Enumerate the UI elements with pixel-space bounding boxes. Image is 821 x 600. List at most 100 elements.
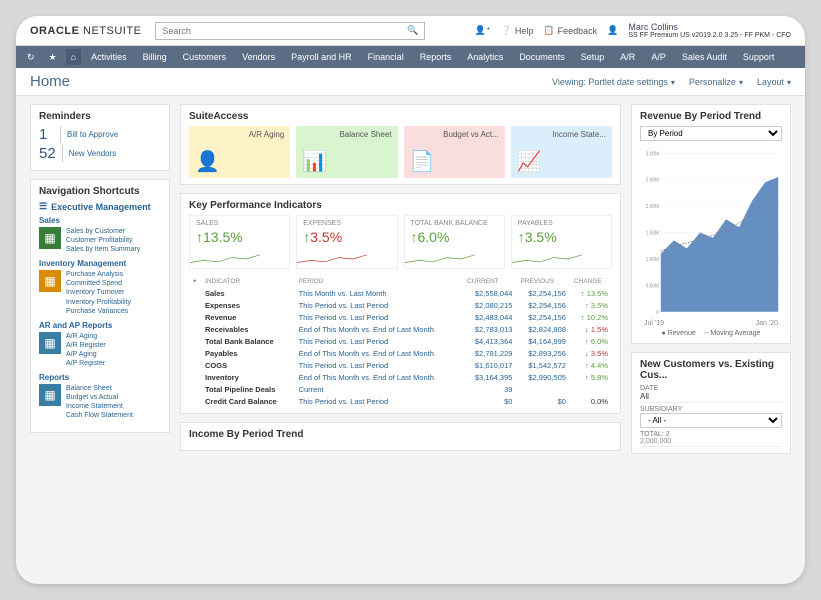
- shortcut-link[interactable]: Inventory Turnover: [66, 288, 131, 297]
- folder-icon: ▦: [39, 270, 61, 292]
- shortcut-link[interactable]: Income Statement: [66, 402, 133, 411]
- reminder-item[interactable]: 1Bill to Approve: [39, 126, 161, 143]
- history-icon[interactable]: ↻: [22, 49, 40, 66]
- nav-setup[interactable]: Setup: [575, 49, 611, 65]
- avatar-icon[interactable]: 👤: [607, 25, 618, 36]
- table-row[interactable]: ExpensesThis Period vs. Last Period$2,08…: [189, 299, 612, 311]
- shortcut-group-title: AR and AP Reports: [39, 321, 161, 330]
- shortcut-link[interactable]: Cash Flow Statement: [66, 411, 133, 420]
- suite-tile[interactable]: A/R Aging👤: [189, 126, 290, 178]
- reminder-item[interactable]: 52New Vendors: [39, 145, 161, 162]
- topbar-right: 👤⁺ ❔Help 📋Feedback 👤 Marc Collins SS FF …: [475, 23, 791, 39]
- tile-icon: 👤: [195, 149, 220, 174]
- revenue-trend-card: Revenue By Period Trend By Period 00.50M…: [631, 104, 791, 344]
- table-header[interactable]: PERIOD: [295, 275, 463, 287]
- folder-icon: ▦: [39, 384, 61, 406]
- shortcut-group-title: Sales: [39, 216, 161, 225]
- table-row[interactable]: Total Pipeline DealsCurrent39: [189, 383, 612, 395]
- nav-vendors[interactable]: Vendors: [236, 49, 281, 65]
- shortcut-link[interactable]: Committed Spend: [66, 279, 131, 288]
- shortcut-link[interactable]: Budget vs Actual: [66, 393, 133, 402]
- kpi-card-expenses[interactable]: EXPENSES3.5%: [296, 215, 397, 269]
- kpi-card-total-bank-balance[interactable]: TOTAL BANK BALANCE6.0%: [404, 215, 505, 269]
- svg-text:3.00M: 3.00M: [646, 151, 659, 157]
- user-info[interactable]: Marc Collins SS FF Premium US v2019.2.0 …: [628, 23, 791, 39]
- nav-activities[interactable]: Activities: [85, 49, 133, 65]
- personalize-dropdown[interactable]: Personalize: [689, 77, 743, 87]
- kpi-table: ▾INDICATORPERIODCURRENTPREVIOUSCHANGE Sa…: [189, 275, 612, 407]
- shortcut-link[interactable]: A/P Aging: [66, 350, 106, 359]
- titlebar: Home Viewing: Portlet date settings Pers…: [16, 68, 805, 96]
- income-trend-title: Income By Period Trend: [189, 429, 612, 440]
- suiteaccess-title: SuiteAccess: [189, 111, 612, 122]
- shortcut-link[interactable]: Customer Profitability: [66, 236, 140, 245]
- help-button[interactable]: ❔Help: [501, 25, 534, 36]
- table-row[interactable]: InventoryEnd of This Month vs. End of La…: [189, 371, 612, 383]
- nav-reports[interactable]: Reports: [414, 49, 458, 65]
- nav-financial[interactable]: Financial: [362, 49, 410, 65]
- nav-billing[interactable]: Billing: [137, 49, 173, 65]
- shortcut-link[interactable]: Sales by Item Summary: [66, 245, 140, 254]
- nav-a-r[interactable]: A/R: [614, 49, 641, 65]
- subsidiary-select[interactable]: - All -: [640, 413, 782, 428]
- reminders-title: Reminders: [39, 111, 161, 122]
- table-header[interactable]: INDICATOR: [201, 275, 295, 287]
- svg-text:0.50M: 0.50M: [646, 283, 659, 289]
- search-input[interactable]: [162, 26, 401, 36]
- table-row[interactable]: Credit Card BalanceThis Period vs. Last …: [189, 395, 612, 407]
- folder-icon: ▦: [39, 227, 61, 249]
- nav-analytics[interactable]: Analytics: [461, 49, 509, 65]
- revenue-chart: 00.50M1.00M1.50M2.00M2.50M3.00M: [640, 145, 782, 320]
- kpi-card-payables[interactable]: PAYABLES3.5%: [511, 215, 612, 269]
- kpi-card: Key Performance Indicators SALES13.5%EXP…: [180, 193, 621, 414]
- shortcut-link[interactable]: A/R Register: [66, 341, 106, 350]
- date-value[interactable]: All: [640, 392, 782, 403]
- shortcut-link[interactable]: A/R Aging: [66, 332, 106, 341]
- table-row[interactable]: PayablesEnd of This Month vs. End of Las…: [189, 347, 612, 359]
- nav-a-p[interactable]: A/P: [645, 49, 672, 65]
- table-header[interactable]: CURRENT: [463, 275, 516, 287]
- shortcut-link[interactable]: Purchase Variances: [66, 307, 131, 316]
- table-header[interactable]: PREVIOUS: [516, 275, 569, 287]
- shortcut-link[interactable]: Balance Sheet: [66, 384, 133, 393]
- shortcut-link[interactable]: Purchase Analysis: [66, 270, 131, 279]
- table-row[interactable]: RevenueThis Period vs. Last Period$2,483…: [189, 311, 612, 323]
- table-header[interactable]: CHANGE: [570, 275, 612, 287]
- nav-support[interactable]: Support: [737, 49, 781, 65]
- suite-tile[interactable]: Income State...📈: [511, 126, 612, 178]
- search-icon[interactable]: 🔍: [407, 25, 418, 36]
- shortcut-link[interactable]: Sales by Customer: [66, 227, 140, 236]
- user-add-icon[interactable]: 👤⁺: [475, 25, 491, 36]
- topbar: ORACLE NETSUITE 🔍 👤⁺ ❔Help 📋Feedback 👤 M…: [16, 16, 805, 46]
- table-row[interactable]: SalesThis Month vs. Last Month$2,558,044…: [189, 287, 612, 299]
- period-select[interactable]: By Period: [640, 126, 782, 141]
- feedback-button[interactable]: 📋Feedback: [543, 25, 597, 36]
- svg-text:0: 0: [656, 310, 659, 316]
- page-title: Home: [30, 73, 70, 90]
- kpi-card-sales[interactable]: SALES13.5%: [189, 215, 290, 269]
- search-box[interactable]: 🔍: [155, 22, 425, 40]
- table-row[interactable]: COGSThis Period vs. Last Period$1,610,01…: [189, 359, 612, 371]
- shortcuts-title: Navigation Shortcuts: [39, 186, 161, 197]
- nav-payroll-and-hr[interactable]: Payroll and HR: [285, 49, 358, 65]
- right-column: Revenue By Period Trend By Period 00.50M…: [631, 104, 791, 576]
- suite-tile[interactable]: Balance Sheet📊: [296, 126, 397, 178]
- table-row[interactable]: ReceivablesEnd of This Month vs. End of …: [189, 323, 612, 335]
- nav-documents[interactable]: Documents: [513, 49, 571, 65]
- star-icon[interactable]: ★: [44, 49, 62, 66]
- home-icon[interactable]: ⌂: [66, 49, 81, 65]
- exec-mgmt-link[interactable]: ☰Executive Management: [39, 201, 161, 212]
- suite-tile[interactable]: Budget vs Act...📄: [404, 126, 505, 178]
- tile-icon: 📊: [302, 149, 327, 174]
- logo: ORACLE NETSUITE: [30, 25, 141, 37]
- list-icon: ☰: [39, 201, 47, 212]
- viewing-dropdown[interactable]: Viewing: Portlet date settings: [552, 77, 675, 87]
- layout-dropdown[interactable]: Layout: [757, 77, 791, 87]
- shortcut-link[interactable]: A/P Register: [66, 359, 106, 368]
- shortcut-link[interactable]: Inventory Profitability: [66, 298, 131, 307]
- middle-column: SuiteAccess A/R Aging👤Balance Sheet📊Budg…: [180, 104, 621, 576]
- navbar: ↻ ★ ⌂ ActivitiesBillingCustomersVendorsP…: [16, 46, 805, 68]
- nav-sales-audit[interactable]: Sales Audit: [676, 49, 733, 65]
- nav-customers[interactable]: Customers: [177, 49, 233, 65]
- table-row[interactable]: Total Bank BalanceThis Period vs. Last P…: [189, 335, 612, 347]
